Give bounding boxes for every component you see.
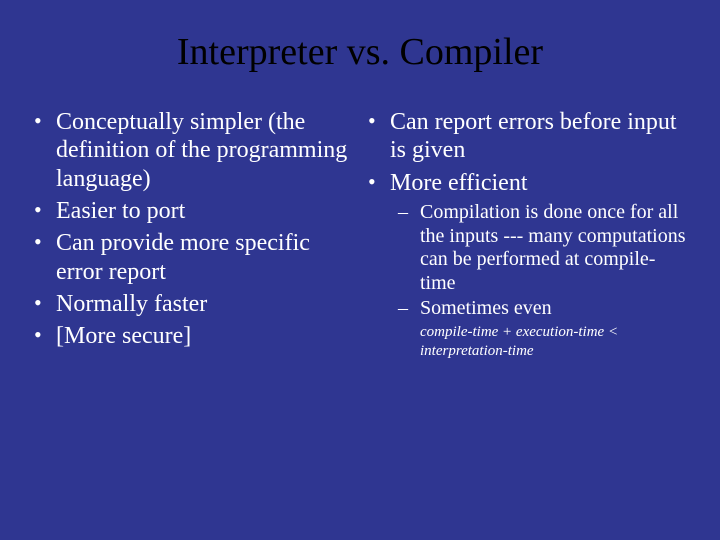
list-item: Conceptually simpler (the definition of …: [30, 108, 356, 193]
right-column: Can report errors before input is given …: [364, 108, 690, 364]
sublist-item: Sometimes even: [390, 297, 690, 321]
columns: Conceptually simpler (the definition of …: [30, 108, 690, 364]
list-item: More efficient Compilation is done once …: [364, 169, 690, 361]
list-item: Can report errors before input is given: [364, 108, 690, 165]
list-item: [More secure]: [30, 322, 356, 350]
sublist-note: compile-time + execution-time < interpre…: [390, 323, 690, 361]
sublist-item: Compilation is done once for all the inp…: [390, 201, 690, 295]
slide-title: Interpreter vs. Compiler: [30, 30, 690, 74]
list-item: Normally faster: [30, 290, 356, 318]
slide: Interpreter vs. Compiler Conceptually si…: [0, 0, 720, 540]
list-item: Easier to port: [30, 197, 356, 225]
left-list: Conceptually simpler (the definition of …: [30, 108, 356, 351]
left-column: Conceptually simpler (the definition of …: [30, 108, 356, 364]
right-list: Can report errors before input is given …: [364, 108, 690, 360]
list-item: Can provide more specific error report: [30, 229, 356, 286]
list-item-label: More efficient: [390, 170, 528, 196]
right-sublist: Compilation is done once for all the inp…: [390, 201, 690, 321]
